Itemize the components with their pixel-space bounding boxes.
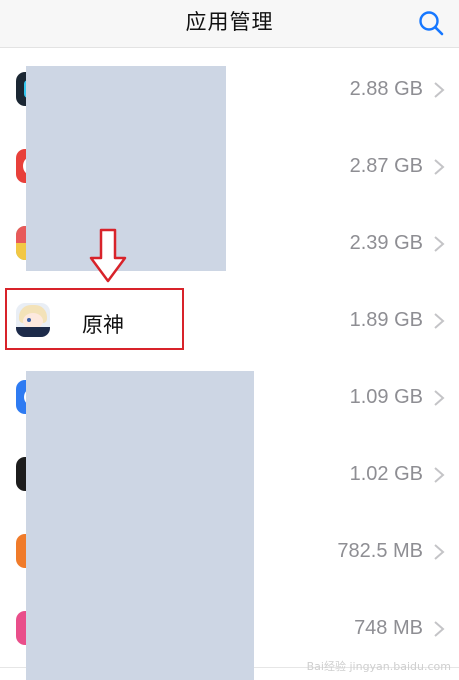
down-arrow-annotation <box>89 228 127 283</box>
watermark: Bai经验 jingyan.baidu.com <box>306 660 451 673</box>
chevron-right-icon <box>434 390 445 406</box>
nav-header: 应用管理 <box>0 0 459 48</box>
highlight-box <box>5 288 184 350</box>
app-size: 748 MB <box>354 617 423 639</box>
chevron-right-icon <box>434 313 445 329</box>
app-size: 2.88 GB <box>349 78 423 100</box>
chevron-right-icon <box>434 159 445 175</box>
chevron-right-icon <box>434 621 445 637</box>
app-size: 1.89 GB <box>349 309 423 331</box>
chevron-right-icon <box>434 236 445 252</box>
app-size: 2.39 GB <box>349 232 423 254</box>
search-icon[interactable] <box>417 9 445 37</box>
app-size: 2.87 GB <box>349 155 423 177</box>
chevron-right-icon <box>434 544 445 560</box>
app-size: 782.5 MB <box>337 540 423 562</box>
chevron-right-icon <box>434 82 445 98</box>
app-size: 1.09 GB <box>349 386 423 408</box>
app-size: 1.02 GB <box>349 463 423 485</box>
chevron-right-icon <box>434 467 445 483</box>
redaction-block <box>26 371 254 680</box>
page-title: 应用管理 <box>185 11 274 34</box>
